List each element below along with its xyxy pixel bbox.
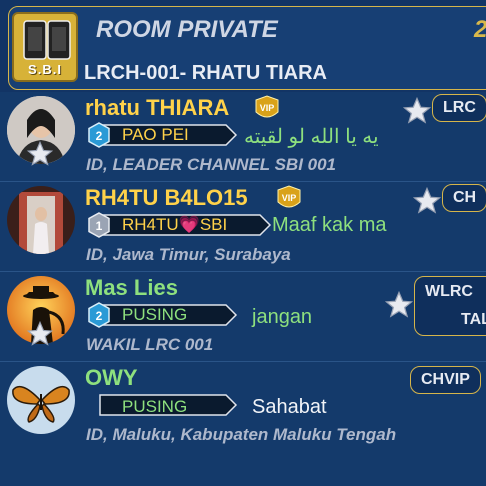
sbi-logo: S.B.I — [12, 12, 78, 82]
member-tag: CHVIP — [410, 366, 481, 394]
member-tag: WLRC TALI — [414, 276, 486, 336]
vip-icon: VIP — [277, 185, 301, 208]
last-message: Sahabat — [252, 396, 327, 418]
level-number: 1 — [96, 219, 103, 233]
tag-line2: TALI — [461, 311, 486, 328]
member-detail: WAKIL LRC 001 — [86, 335, 214, 354]
level-number: 2 — [96, 129, 103, 143]
room-subtitle: LRCH-001- RHATU TIARA — [84, 62, 327, 84]
room-count: 2 — [474, 16, 486, 44]
member-row[interactable]: Mas Lies 2 PUSING jangan WAKIL LRC 001 W… — [0, 272, 486, 362]
star-icon — [26, 320, 54, 346]
svg-text:VIP: VIP — [260, 103, 275, 113]
member-tag: CH — [442, 184, 486, 212]
role-label: PUSING — [122, 305, 188, 324]
role-label: PAO PEI — [122, 125, 189, 144]
room-title: ROOM PRIVATE — [96, 16, 278, 43]
level-number: 2 — [96, 309, 103, 323]
vip-icon: VIP — [255, 95, 279, 118]
phones-icon — [23, 20, 71, 60]
butterfly-avatar[interactable] — [7, 366, 75, 434]
member-detail: ID, Maluku, Kabupaten Maluku Tengah — [86, 425, 397, 444]
star-icon — [26, 140, 54, 166]
member-row[interactable]: rhatu THIARA VIP 2 PAO PEI يه يا الله لو… — [0, 92, 486, 182]
last-message: jangan — [252, 306, 313, 328]
star-icon — [402, 96, 432, 124]
member-row[interactable]: RH4TU B4LO15 VIP 1 RH4TU💗SBI Maaf kak ma… — [0, 182, 486, 272]
member-tag: LRC — [432, 94, 486, 122]
star-icon — [384, 290, 414, 318]
last-message: Maaf kak ma — [272, 214, 387, 236]
member-row[interactable]: OWY PUSING Sahabat ID, Maluku, Kabupaten… — [0, 362, 486, 452]
member-name[interactable]: RH4TU B4LO15 — [85, 185, 248, 211]
role-label: RH4TU💗SBI — [122, 215, 228, 234]
member-name[interactable]: OWY — [85, 365, 138, 391]
member-detail: ID, LEADER CHANNEL SBI 001 — [86, 155, 337, 174]
star-icon — [412, 186, 442, 214]
member-name[interactable]: Mas Lies — [85, 275, 178, 301]
tag-line1: WLRC — [425, 283, 473, 300]
member-detail: ID, Jawa Timur, Surabaya — [86, 245, 291, 264]
logo-text: S.B.I — [28, 62, 62, 77]
svg-text:VIP: VIP — [282, 193, 297, 203]
role-label: PUSING — [122, 397, 188, 416]
room-header: S.B.I ROOM PRIVATE LRCH-001- RHATU TIARA… — [0, 0, 486, 92]
last-message: يه يا الله لو لقيته — [244, 126, 379, 148]
member-name[interactable]: rhatu THIARA — [85, 95, 229, 121]
doorway-avatar[interactable] — [7, 186, 75, 254]
